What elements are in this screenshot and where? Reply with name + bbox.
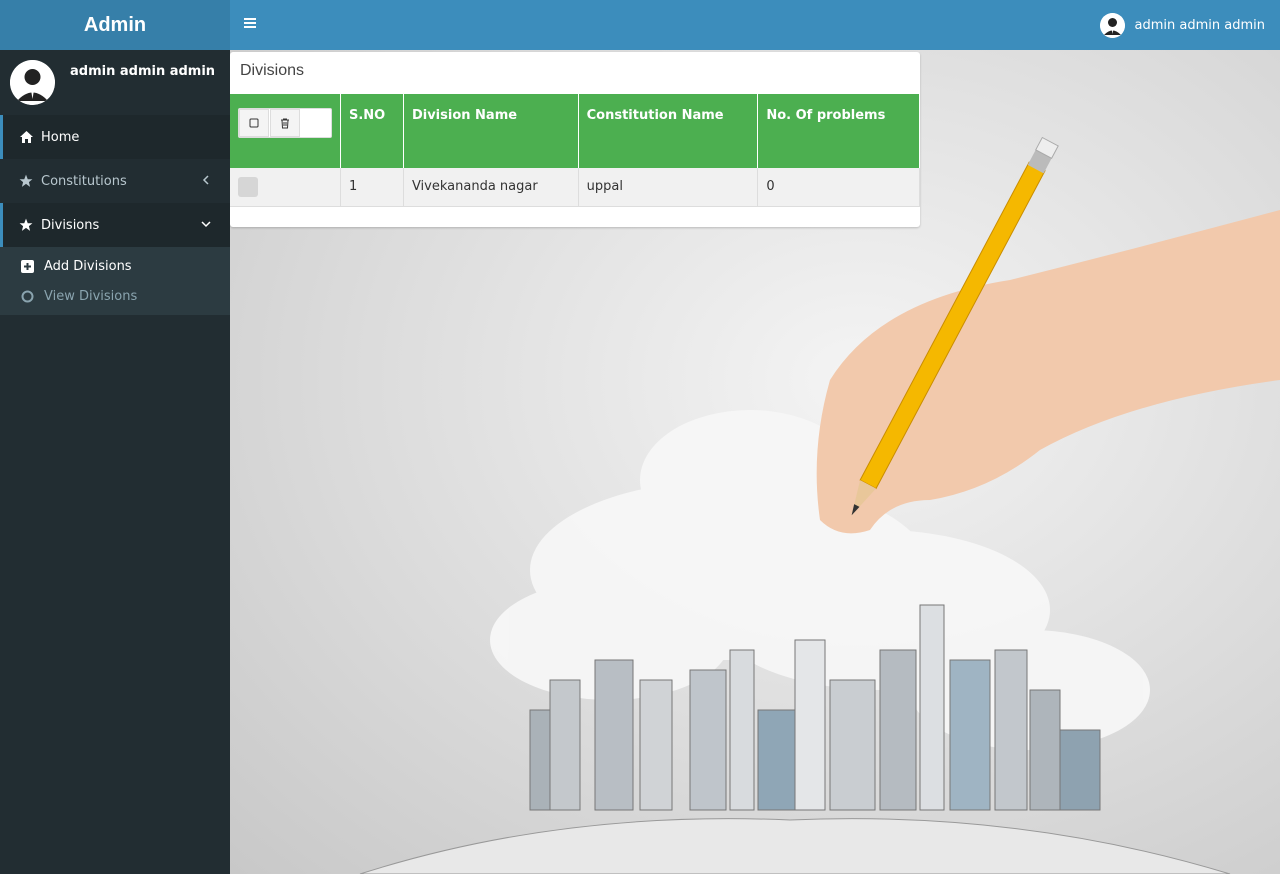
page-title: Divisions (240, 62, 305, 79)
column-header-division-name[interactable]: Division Name (403, 94, 579, 168)
sidebar-item-view-divisions[interactable]: View Divisions (0, 281, 230, 311)
user-panel: admin admin admin (0, 50, 230, 115)
star-icon (18, 173, 34, 189)
divisions-panel: Divisions S.NO Division Name Constitutio… (230, 52, 920, 227)
circle-icon (20, 289, 34, 303)
bulk-actions (238, 108, 332, 138)
plus-square-icon (20, 259, 34, 273)
column-header-sno[interactable]: S.NO (340, 94, 404, 168)
table-toolbar-cell (230, 94, 341, 168)
sidebar-user-name: admin admin admin (70, 64, 216, 79)
user-avatar-icon (10, 60, 55, 105)
sidebar-item-home[interactable]: Home (0, 115, 230, 159)
top-navbar: admin admin admin (230, 0, 1280, 50)
cell-problems: 0 (757, 168, 920, 207)
chevron-left-icon (200, 174, 212, 186)
chevron-down-icon (200, 218, 212, 230)
sidebar-item-add-divisions[interactable]: Add Divisions (0, 251, 230, 281)
table-row: 1 Vivekananda nagar uppal 0 (230, 168, 920, 207)
cell-sno: 1 (340, 168, 404, 207)
row-checkbox[interactable] (238, 176, 258, 197)
star-icon (18, 217, 34, 233)
column-header-constitution-name[interactable]: Constitution Name (578, 94, 759, 168)
select-all-checkbox[interactable] (239, 109, 269, 137)
home-icon (18, 129, 34, 145)
sidebar-item-divisions[interactable]: Divisions (0, 203, 230, 247)
sidebar-item-label: Add Divisions (44, 258, 132, 274)
sidebar-item-constitutions[interactable]: Constitutions (0, 159, 230, 203)
sidebar-item-label: Home (41, 129, 80, 145)
divisions-submenu: Add Divisions View Divisions (0, 247, 230, 315)
user-menu[interactable]: admin admin admin (1099, 13, 1265, 38)
user-menu-name: admin admin admin (1134, 18, 1265, 33)
divisions-table: S.NO Division Name Constitution Name No.… (230, 94, 920, 207)
row-checkbox-cell (230, 168, 341, 207)
sidebar-item-label: Divisions (41, 217, 100, 233)
sidebar: admin admin admin Home Constitutions Div… (0, 50, 230, 874)
trash-icon[interactable] (270, 109, 300, 137)
sidebar-item-label: View Divisions (44, 288, 138, 304)
menu-toggle-icon[interactable] (242, 16, 260, 34)
app-logo[interactable]: Admin (0, 0, 230, 50)
user-avatar-icon (1099, 13, 1125, 38)
content-area: Divisions S.NO Division Name Constitutio… (230, 50, 1280, 874)
sidebar-item-label: Constitutions (41, 173, 127, 189)
cell-constitution-name: uppal (578, 168, 759, 207)
column-header-problems[interactable]: No. Of problems (757, 94, 920, 168)
cell-division-name: Vivekananda nagar (403, 168, 579, 207)
